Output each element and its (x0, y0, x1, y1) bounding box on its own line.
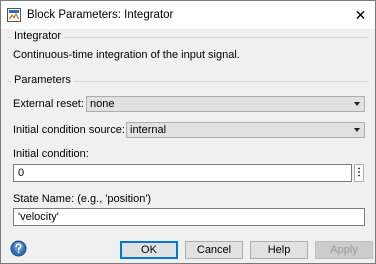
external-reset-label: External reset: (13, 98, 84, 110)
more-options-icon: ⋮ (354, 167, 364, 178)
ic-source-label: Initial condition source: (13, 124, 125, 136)
ic-source-dropdown[interactable]: internal (126, 122, 365, 138)
dialog-window: Block Parameters: Integrator ✕ Integrato… (0, 0, 376, 264)
state-name-field[interactable]: 'velocity' (13, 208, 365, 226)
chevron-down-icon (354, 128, 360, 132)
apply-button[interactable]: Apply (315, 241, 373, 259)
external-reset-value: none (90, 98, 115, 110)
block-description: Continuous-time integration of the input… (13, 49, 240, 61)
apply-button-label: Apply (330, 244, 358, 256)
initial-condition-label: Initial condition: (13, 148, 89, 160)
external-reset-dropdown[interactable]: none (86, 96, 365, 112)
help-question-icon[interactable] (10, 240, 27, 257)
initial-condition-field[interactable]: 0 (13, 164, 352, 182)
cancel-button-label: Cancel (196, 244, 232, 256)
cancel-button[interactable]: Cancel (185, 241, 243, 259)
chevron-down-icon (354, 102, 360, 106)
simulink-block-icon (7, 8, 21, 22)
state-name-label: State Name: (e.g., 'position') (13, 193, 152, 205)
close-button[interactable]: ✕ (346, 1, 375, 29)
help-button-label: Help (267, 244, 291, 256)
ok-button[interactable]: OK (120, 241, 178, 259)
close-icon: ✕ (354, 6, 367, 23)
state-name-value: 'velocity' (18, 211, 59, 223)
initial-condition-value: 0 (18, 167, 25, 179)
more-options-button[interactable]: ⋮ (354, 164, 364, 182)
title-bar: Block Parameters: Integrator ✕ (1, 1, 375, 29)
help-button[interactable]: Help (250, 241, 308, 259)
ok-button-label: OK (141, 244, 157, 256)
integrator-group-title: Integrator (11, 30, 65, 42)
window-title: Block Parameters: Integrator (27, 9, 174, 21)
parameters-group-title: Parameters (11, 74, 74, 86)
ic-source-value: internal (130, 124, 167, 136)
